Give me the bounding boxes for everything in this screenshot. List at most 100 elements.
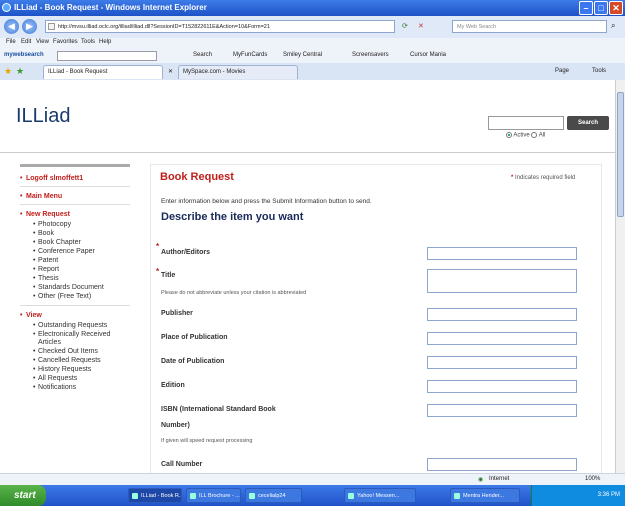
sidebar-item-other[interactable]: Other (Free Text): [33, 293, 130, 301]
menu-help[interactable]: Help: [99, 39, 111, 45]
radio-active-label: Active: [513, 132, 530, 139]
close-tab-icon[interactable]: ✕: [168, 68, 173, 75]
site-search-input[interactable]: [488, 116, 564, 130]
maximize-button[interactable]: □: [594, 1, 608, 15]
toolbar-screensavers[interactable]: Screensavers: [352, 52, 389, 58]
sidebar-item-electronic[interactable]: Electronically Received Articles: [33, 331, 130, 347]
address-url: http://mvsu.illiad.oclc.org/illiad/illia…: [58, 24, 270, 30]
sidebar-item-outstanding[interactable]: Outstanding Requests: [33, 322, 130, 330]
menu-view[interactable]: View: [36, 39, 49, 45]
publisher-input[interactable]: [427, 308, 577, 321]
task-illiad[interactable]: ILLiad - Book R...: [128, 488, 182, 503]
minimize-button[interactable]: –: [579, 1, 593, 15]
vertical-scrollbar[interactable]: [615, 80, 625, 473]
toolbar-smiley-central[interactable]: Smiley Central: [283, 52, 322, 58]
zoom-level[interactable]: 100%: [585, 476, 600, 482]
form-subheading: Describe the item you want: [161, 211, 304, 223]
sidebar-item-book[interactable]: Book: [33, 230, 130, 238]
tools-menu[interactable]: Tools: [592, 68, 606, 74]
sidebar-item-thesis[interactable]: Thesis: [33, 275, 130, 283]
start-button[interactable]: start: [0, 485, 46, 506]
menu-favorites[interactable]: Favorites: [53, 39, 78, 45]
sidebar-item-checked-out[interactable]: Checked Out Items: [33, 348, 130, 356]
site-search-button[interactable]: Search: [567, 116, 609, 130]
required-note: * Indicates required field: [511, 175, 576, 181]
label-date: Date of Publication: [161, 358, 225, 365]
sidebar-item-all[interactable]: All Requests: [33, 375, 130, 383]
add-favorite-icon[interactable]: ★: [16, 66, 24, 77]
header-divider: [0, 152, 615, 153]
task-yahoo-messenger[interactable]: Yahoo! Messen...: [344, 488, 416, 503]
date-input[interactable]: [427, 356, 577, 369]
system-tray: 3:36 PM: [531, 485, 625, 506]
search-toolbar: mywebsearch Search MyFunCards Smiley Cen…: [0, 49, 625, 64]
radio-active[interactable]: [506, 132, 512, 138]
ie-logo-icon: [2, 3, 11, 12]
favorites-star-icon[interactable]: ★: [4, 66, 12, 77]
form-intro: Enter information below and press the Su…: [161, 198, 372, 205]
zone-label: Internet: [489, 476, 510, 482]
back-button[interactable]: ◀: [4, 19, 19, 34]
toolbar-search-button[interactable]: Search: [193, 52, 212, 58]
sidebar-item-standards[interactable]: Standards Document: [33, 284, 130, 292]
label-publisher: Publisher: [161, 310, 193, 317]
sidebar-item-cancelled[interactable]: Cancelled Requests: [33, 357, 130, 365]
menu-edit[interactable]: Edit: [21, 39, 31, 45]
title-note: Please do not abbreviate unless your cit…: [161, 290, 307, 296]
window-title: ILLiad - Book Request - Windows Internet…: [14, 3, 207, 12]
menu-file[interactable]: File: [6, 39, 16, 45]
sidebar-main-menu[interactable]: Main Menu: [20, 193, 130, 200]
task-mentra[interactable]: Mentra Hender...: [450, 488, 520, 503]
menu-tools[interactable]: Tools: [81, 39, 95, 45]
radio-all-label: All: [538, 132, 546, 139]
tab-bar: ★ ★ ILLiad - Book Request ✕ MySpace.com …: [0, 63, 625, 81]
required-note-text: Indicates required field: [515, 175, 576, 181]
edition-input[interactable]: [427, 380, 577, 393]
refresh-icon[interactable]: ⟳: [402, 22, 408, 30]
tab-label: MySpace.com - Movies: [183, 69, 246, 75]
page-title: Book Request: [160, 171, 234, 183]
sidebar-item-history[interactable]: History Requests: [33, 366, 130, 374]
tab-myspace-movies[interactable]: MySpace.com - Movies: [178, 65, 298, 79]
sidebar-item-patent[interactable]: Patent: [33, 257, 130, 265]
tab-illiad-book-request[interactable]: ILLiad - Book Request: [43, 65, 163, 79]
divider: [20, 186, 130, 187]
sidebar-item-conference-paper[interactable]: Conference Paper: [33, 248, 130, 256]
label-edition: Edition: [161, 382, 185, 389]
window-title-bar: ILLiad - Book Request - Windows Internet…: [0, 0, 625, 16]
mywebsearch-input[interactable]: [57, 51, 157, 61]
sidebar: Logoff slmoffett1 Main Menu New Request …: [20, 164, 130, 393]
scrollbar-thumb[interactable]: [617, 92, 624, 217]
web-search-input[interactable]: My Web Search: [452, 20, 607, 33]
stop-icon[interactable]: ✕: [418, 22, 424, 30]
sidebar-logoff[interactable]: Logoff slmoffett1: [20, 175, 130, 182]
sidebar-new-request[interactable]: New Request: [20, 211, 130, 218]
author-input[interactable]: [427, 247, 577, 260]
menu-bar: File Edit View Favorites Tools Help: [0, 38, 625, 49]
isbn-input[interactable]: [427, 404, 577, 417]
label-title: Title: [161, 272, 176, 279]
sidebar-item-photocopy[interactable]: Photocopy: [33, 221, 130, 229]
tab-label: ILLiad - Book Request: [48, 69, 108, 75]
address-input[interactable]: http://mvsu.illiad.oclc.org/illiad/illia…: [45, 20, 395, 33]
sidebar-item-book-chapter[interactable]: Book Chapter: [33, 239, 130, 247]
toolbar-myfuncards[interactable]: MyFunCards: [233, 52, 267, 58]
radio-all[interactable]: [531, 132, 538, 138]
sidebar-view[interactable]: View: [20, 312, 130, 319]
sidebar-item-notifications[interactable]: Notifications: [33, 384, 130, 392]
toolbar-cursor-mania[interactable]: Cursor Mania: [410, 52, 446, 58]
address-bar-row: ◀ ▶ http://mvsu.illiad.oclc.org/illiad/i…: [0, 16, 625, 39]
forward-button[interactable]: ▶: [22, 19, 37, 34]
place-input[interactable]: [427, 332, 577, 345]
task-cecelialp24[interactable]: cecelialp24: [245, 488, 302, 503]
page-menu[interactable]: Page: [555, 68, 569, 74]
title-textarea[interactable]: [427, 269, 577, 293]
sidebar-top-bar: [20, 164, 130, 167]
search-icon[interactable]: ⌕: [611, 21, 615, 31]
task-ill-brochure[interactable]: ILL Brochure - ...: [186, 488, 241, 503]
sidebar-item-report[interactable]: Report: [33, 266, 130, 274]
taskbar: start ILLiad - Book R... ILL Brochure - …: [0, 485, 625, 506]
close-button[interactable]: ✕: [609, 1, 623, 15]
label-call-number: Call Number: [161, 461, 203, 468]
call-number-input[interactable]: [427, 458, 577, 471]
